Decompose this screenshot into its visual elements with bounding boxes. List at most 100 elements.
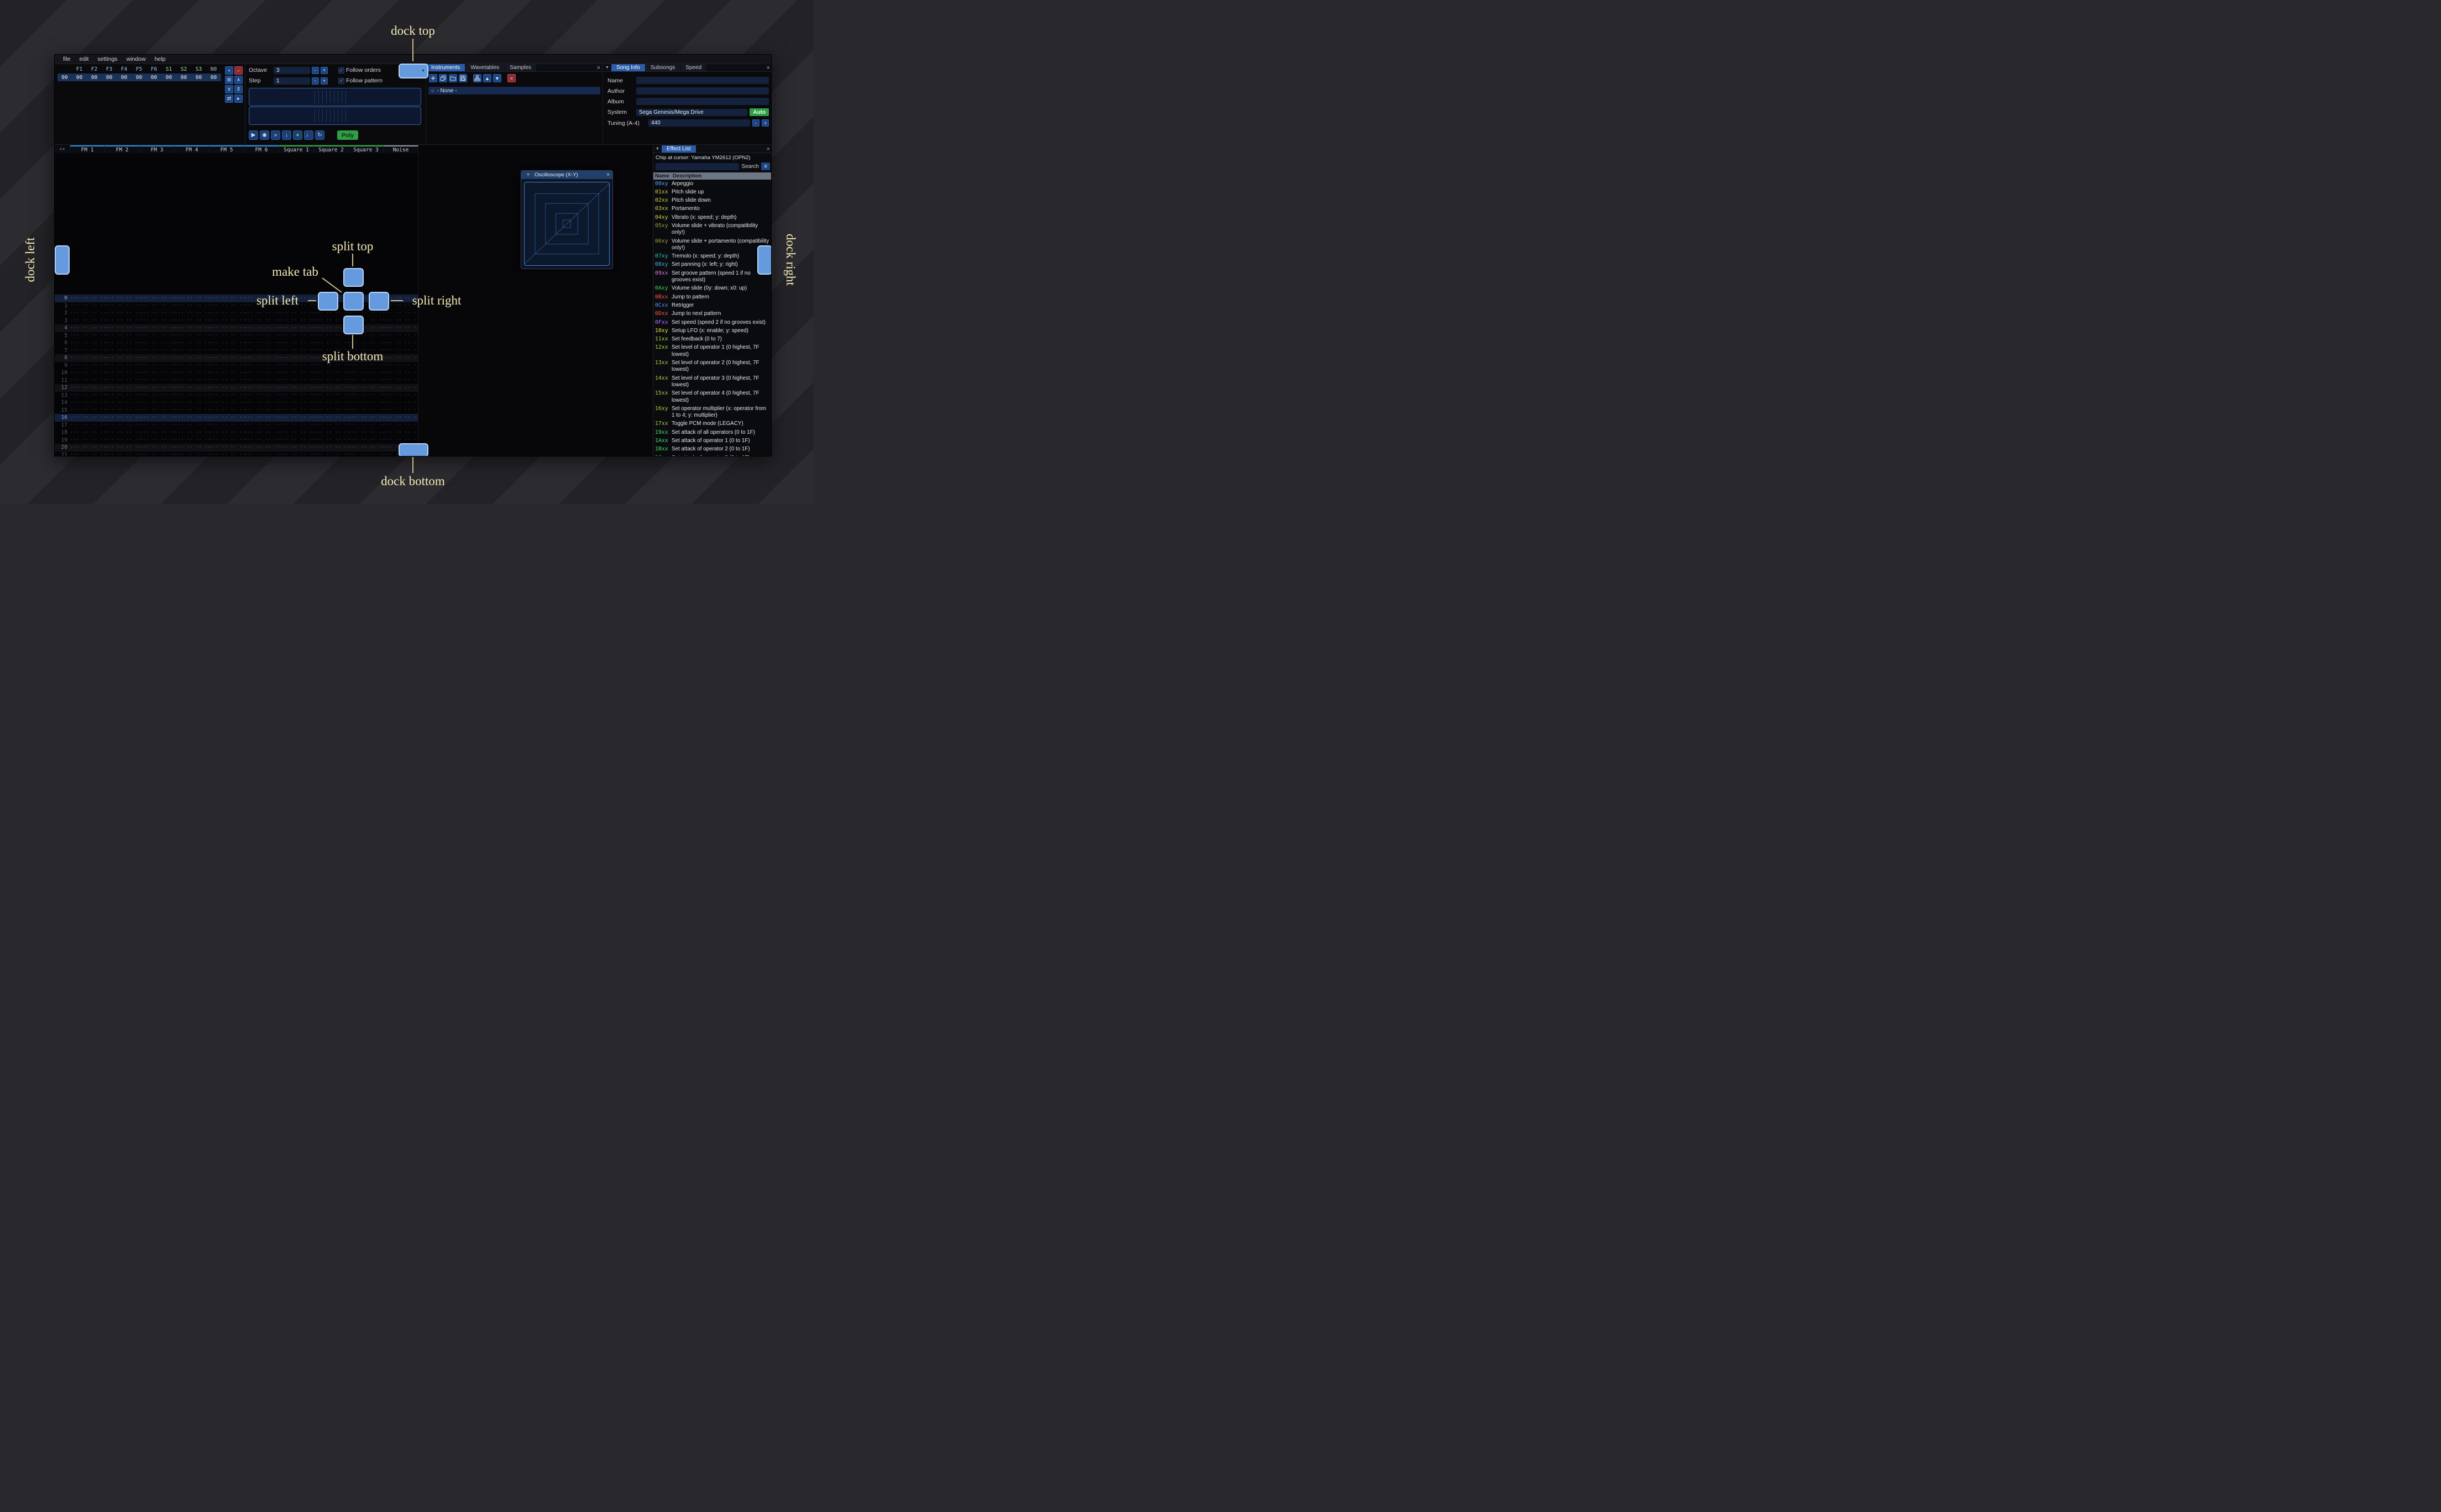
pattern-cell[interactable]: ··· ·· ·· ··· [175,311,209,316]
pattern-cell[interactable]: ··· ·· ·· ··· [244,340,279,346]
pattern-cell[interactable]: ··· ·· ·· ··· [279,437,314,443]
pattern-cell[interactable]: ··· ·· ·· ··· [140,430,175,435]
pattern-cell[interactable]: ··· ·· ·· ··· [349,430,384,435]
effect-row-07xy[interactable]: 07xy Tremolo (x: speed; y: depth) [653,253,771,261]
channel-header-square-3[interactable]: Square 3 [349,145,384,153]
pattern-cell[interactable]: ··· ·· ·· ··· [349,415,384,421]
pattern-cell[interactable]: ··· ·· ·· ··· [279,415,314,421]
collapse-icon[interactable]: ▼ [603,64,611,71]
pattern-cell[interactable]: ··· ·· ·· ··· [384,370,418,376]
oscilloscope-titlebar[interactable]: ▼ Oscilloscope (X-Y) × [521,171,612,179]
pattern-cell[interactable]: ··· ·· ·· ··· [314,400,349,406]
pattern-cell[interactable]: ··· ·· ·· ··· [349,452,384,456]
menu-item-window[interactable]: window [123,55,150,63]
effect-row-16xy[interactable]: 16xy Set operator multiplier (x: operator… [653,405,771,420]
pattern-cell[interactable]: ··· ·· ·· ··· [314,377,349,383]
pattern-cell[interactable]: ··· ·· ·· ··· [175,326,209,331]
pattern-cell[interactable]: ··· ·· ·· ··· [384,340,418,346]
pattern-cell[interactable]: ··· ·· ·· ··· [244,363,279,368]
pattern-cell[interactable]: ··· ·· ·· ··· [140,333,175,338]
pattern-cell[interactable]: ··· ·· ·· ··· [140,326,175,331]
pattern-cell[interactable]: ··· ·· ·· ··· [105,430,140,435]
pattern-cell[interactable]: ··· ·· ·· ··· [314,385,349,391]
pattern-cell[interactable]: ··· ·· ·· ··· [140,445,175,450]
pattern-cell[interactable]: ··· ·· ·· ··· [70,355,105,361]
pattern-cell[interactable]: ··· ·· ·· ··· [105,296,140,301]
pattern-cell[interactable]: ··· ·· ·· ··· [244,430,279,435]
organize-instruments-button[interactable] [473,74,481,82]
pattern-cell[interactable]: ··· ·· ·· ··· [314,452,349,456]
pattern-cell[interactable]: ··· ·· ·· ··· [349,400,384,406]
order-add-button[interactable]: + [225,66,233,75]
follow-pattern-checkbox[interactable]: ✓ [338,77,344,84]
pattern-cell[interactable]: ··· ·· ·· ··· [279,318,314,323]
pattern-cell[interactable]: ··· ·· ·· ··· [349,422,384,428]
pattern-cell[interactable]: ··· ·· ·· ··· [314,430,349,435]
pattern-cell[interactable]: ··· ·· ·· ··· [70,422,105,428]
pattern-cell[interactable]: ··· ·· ·· ··· [279,452,314,456]
pattern-cell[interactable]: ··· ·· ·· ··· [384,430,418,435]
pattern-cell[interactable]: ··· ·· ·· ··· [70,340,105,346]
pattern-cell[interactable]: ··· ·· ·· ··· [279,377,314,383]
pattern-cell[interactable]: ··· ·· ·· ··· [105,318,140,323]
pattern-cell[interactable]: ··· ·· ·· ··· [140,318,175,323]
pattern-cell[interactable]: ··· ·· ·· ··· [209,445,244,450]
pattern-cell[interactable]: ··· ·· ·· ··· [175,318,209,323]
make-tab-target[interactable] [343,292,364,311]
pattern-cell[interactable]: ··· ·· ·· ··· [314,370,349,376]
order-move-down-button[interactable]: ∨ [225,85,233,93]
pattern-cell[interactable]: ··· ·· ·· ··· [349,437,384,443]
effect-row-14xx[interactable]: 14xx Set level of operator 3 (0 highest, … [653,374,771,390]
pattern-cell[interactable]: ··· ·· ·· ··· [384,311,418,316]
pattern-cell[interactable]: ··· ·· ·· ··· [70,363,105,368]
pattern-cell[interactable]: ··· ·· ·· ··· [209,392,244,398]
pattern-cell[interactable]: ··· ·· ·· ··· [244,445,279,450]
pattern-cell[interactable]: ··· ·· ·· ··· [279,407,314,413]
pattern-cell[interactable]: ··· ·· ·· ··· [105,400,140,406]
order-cell[interactable]: 00 [176,74,191,81]
close-icon[interactable]: × [767,145,770,153]
pattern-cell[interactable]: ··· ·· ·· ··· [175,400,209,406]
order-cell[interactable]: 00 [117,74,132,81]
pattern-cell[interactable]: ··· ·· ·· ··· [175,377,209,383]
pattern-cell[interactable]: ··· ·· ·· ··· [140,296,175,301]
effect-row-04xy[interactable]: 04xy Vibrato (x: speed; y: depth) [653,213,771,222]
pattern-cell[interactable]: ··· ·· ·· ··· [175,348,209,353]
effect-row-10xy[interactable]: 10xy Setup LFO (x: enable; y: speed) [653,327,771,335]
tab-instruments[interactable]: Instruments [426,64,465,71]
pattern-cell[interactable]: ··· ·· ·· ··· [70,385,105,391]
pattern-cell[interactable]: ··· ·· ·· ··· [70,437,105,443]
pattern-cell[interactable]: ··· ·· ·· ··· [70,296,105,301]
repeat-pattern-button[interactable]: ↻ [315,130,324,140]
split-bottom-target[interactable] [343,316,364,334]
pattern-cell[interactable]: ··· ·· ·· ··· [175,303,209,308]
pattern-cell[interactable]: ··· ·· ·· ··· [244,422,279,428]
pattern-cell[interactable]: ··· ·· ·· ··· [279,333,314,338]
pattern-cell[interactable]: ··· ·· ·· ··· [140,400,175,406]
pattern-cell[interactable]: ··· ·· ·· ··· [314,415,349,421]
octave-increase-button[interactable]: + [321,66,328,74]
order-cell[interactable]: 00 [87,74,102,81]
pattern-cell[interactable]: ··· ·· ·· ··· [105,326,140,331]
pattern-cell[interactable]: ··· ·· ·· ··· [349,392,384,398]
pattern-cell[interactable]: ··· ·· ·· ··· [70,392,105,398]
delete-instrument-button[interactable]: × [507,74,516,82]
album-input[interactable] [636,98,769,105]
step-input[interactable]: 1 [274,77,310,85]
tuning-decrease-button[interactable]: - [752,119,759,127]
pattern-cell[interactable]: ··· ·· ·· ··· [244,407,279,413]
pattern-cell[interactable]: ··· ·· ·· ··· [314,392,349,398]
effect-row-0dxx[interactable]: 0Dxx Jump to next pattern [653,310,771,318]
pattern-cell[interactable]: ··· ·· ·· ··· [279,400,314,406]
pattern-cell[interactable]: ··· ·· ·· ··· [105,415,140,421]
effect-row-00xy[interactable]: 00xy Arpeggio [653,180,771,188]
effect-row-09xx[interactable]: 09xx Set groove pattern (speed 1 if no gr… [653,269,771,285]
pattern-cell[interactable]: ··· ·· ·· ··· [244,326,279,331]
tab-subsongs[interactable]: Subsongs [645,64,680,71]
pattern-cell[interactable]: ··· ·· ·· ··· [209,303,244,308]
save-instrument-button[interactable] [459,74,467,82]
pattern-cell[interactable]: ··· ·· ·· ··· [140,340,175,346]
pattern-cell[interactable]: ··· ·· ·· ··· [105,370,140,376]
pattern-cell[interactable]: ··· ·· ·· ··· [105,355,140,361]
tab-samples[interactable]: Samples [505,64,537,71]
